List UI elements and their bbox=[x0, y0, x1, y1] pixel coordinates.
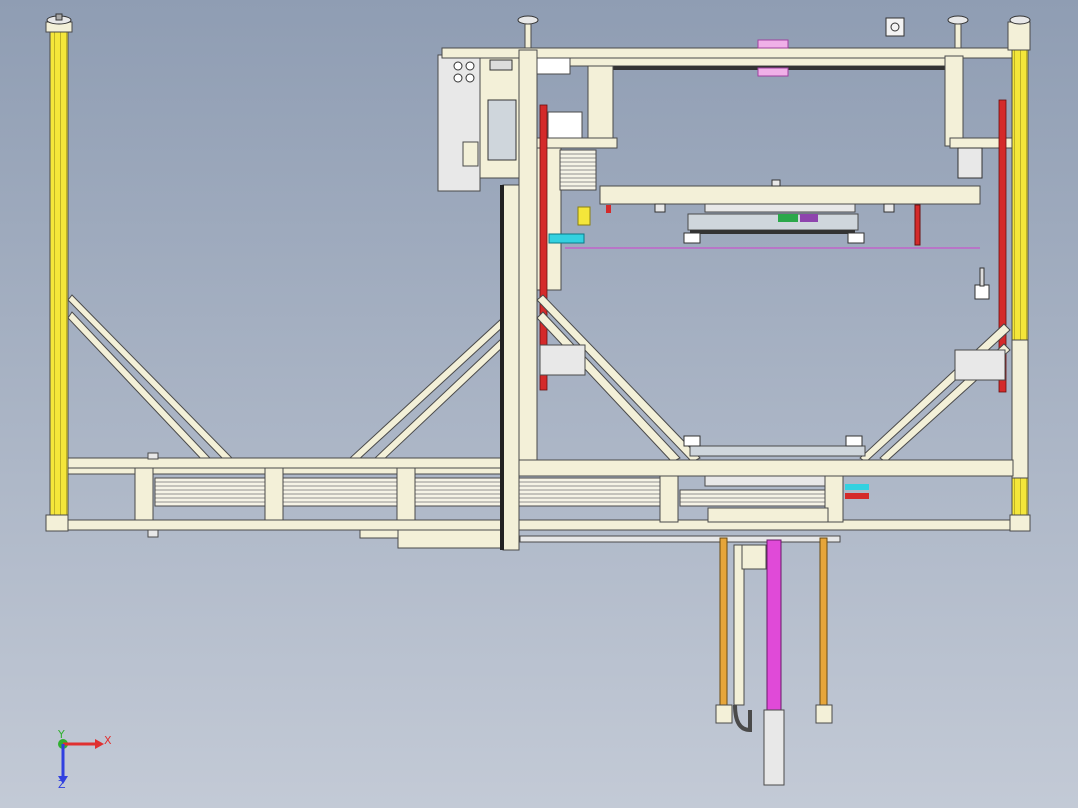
right-bracing bbox=[536, 294, 1011, 463]
cad-viewport[interactable]: X Y Z bbox=[0, 0, 1078, 808]
x-axis-arrowhead bbox=[95, 739, 104, 749]
left-upright bbox=[45, 13, 73, 532]
upper-carriage bbox=[536, 55, 1021, 244]
hanging-assembly bbox=[715, 537, 833, 786]
assembly-drawing[interactable]: X Y Z bbox=[0, 0, 1078, 808]
y-axis-label: Y bbox=[57, 728, 65, 741]
x-axis-label: X bbox=[104, 734, 112, 747]
view-orientation-icon[interactable] bbox=[885, 17, 905, 37]
left-bracing bbox=[67, 294, 506, 463]
z-axis-label: Z bbox=[58, 778, 66, 791]
coordinate-triad: X Y Z bbox=[57, 728, 112, 791]
control-panel bbox=[437, 49, 523, 192]
